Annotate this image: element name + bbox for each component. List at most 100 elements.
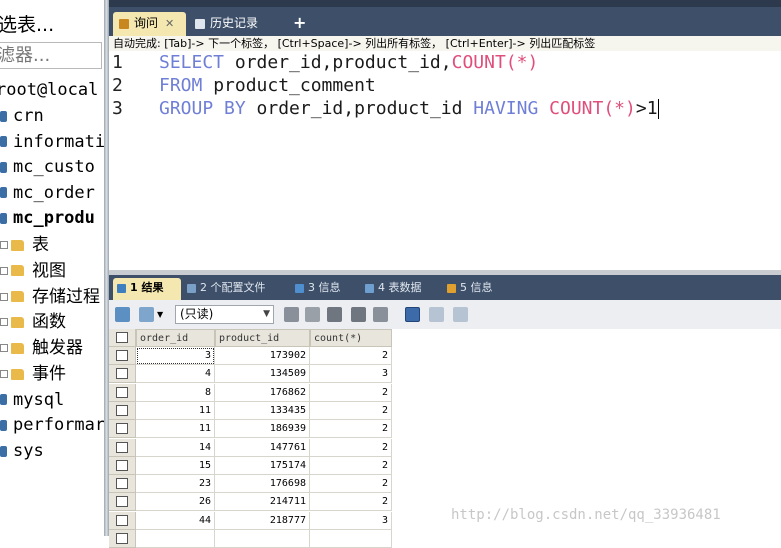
code-token: COUNT — [549, 98, 604, 119]
grid-cell[interactable]: 3 — [310, 511, 392, 530]
grid-cell[interactable]: 44 — [136, 511, 215, 530]
row-header — [109, 456, 136, 475]
tree-database[interactable]: mysql — [0, 388, 64, 412]
grid-cell[interactable]: 4 — [136, 365, 215, 384]
grid-cell[interactable]: 147761 — [215, 438, 310, 457]
grid-cell[interactable]: 2 — [310, 475, 392, 494]
tree-folder[interactable]: 事件 — [0, 362, 66, 386]
sql-editor[interactable]: 1 SELECT order_id,product_id,COUNT(*) 2 FRO… — [109, 51, 781, 270]
tree-database[interactable]: crn — [0, 104, 44, 128]
history-tab-icon — [195, 18, 205, 29]
grid-cell[interactable]: 214711 — [215, 493, 310, 512]
row-checkbox[interactable] — [116, 514, 128, 526]
grid-cell[interactable]: 23 — [136, 475, 215, 494]
grid-cell[interactable]: 8 — [136, 383, 215, 402]
grid-cell[interactable]: 2 — [310, 347, 392, 365]
grid-cell[interactable]: 11 — [136, 420, 215, 439]
grid-cell[interactable]: 2 — [310, 401, 392, 420]
grid-cell[interactable] — [136, 530, 215, 548]
text-view-icon[interactable] — [453, 307, 468, 322]
row-checkbox[interactable] — [116, 423, 128, 435]
save-icon[interactable] — [327, 307, 342, 322]
tree-folder-label: 函数 — [32, 312, 66, 333]
undo-icon[interactable] — [373, 307, 388, 322]
grid-cell[interactable]: 2 — [310, 493, 392, 512]
row-checkbox[interactable] — [116, 350, 128, 361]
grid-options-dropdown-icon[interactable]: ▼ — [157, 307, 165, 322]
row-checkbox[interactable] — [116, 459, 128, 471]
grid-cell[interactable]: 2 — [310, 438, 392, 457]
expand-icon[interactable] — [0, 266, 8, 275]
export-icon[interactable] — [115, 307, 130, 322]
grid-cell[interactable]: 11 — [136, 401, 215, 420]
tab-query-label: 询问 — [134, 16, 159, 30]
row-checkbox[interactable] — [116, 478, 128, 490]
delete-icon[interactable] — [351, 307, 366, 322]
grid-cell[interactable] — [310, 530, 392, 548]
tab-history[interactable]: 历史记录 — [189, 12, 285, 36]
grid-view-icon[interactable] — [405, 307, 420, 322]
grid-cell[interactable]: 2 — [310, 383, 392, 402]
connection-root[interactable]: root@local — [0, 80, 98, 100]
grid-cell[interactable]: 2 — [310, 456, 392, 475]
row-checkbox[interactable] — [116, 368, 128, 380]
tree-folder[interactable]: 存储过程 — [0, 285, 100, 309]
result-grid[interactable]: order_id product_id count(*) 3 173902 2 4 13450… — [109, 329, 781, 548]
tree-database[interactable]: performar — [0, 413, 105, 437]
tree-folder[interactable]: 视图 — [0, 259, 66, 283]
grid-cell[interactable]: 186939 — [215, 420, 310, 439]
grid-cell[interactable]: 173902 — [215, 347, 310, 365]
chevron-down-icon: ▼ — [263, 309, 270, 319]
result-tab[interactable]: 5 信息 — [443, 278, 503, 300]
tree-database[interactable]: mc_produ — [0, 206, 95, 230]
tree-folder[interactable]: 表 — [0, 233, 49, 257]
result-tab[interactable]: 1 结果 — [113, 278, 181, 300]
expand-icon[interactable] — [0, 344, 8, 353]
tree-database[interactable]: mc_order — [0, 181, 95, 205]
tree-folder[interactable]: 函数 — [0, 310, 66, 334]
grid-cell[interactable]: 26 — [136, 493, 215, 512]
new-tab-button[interactable]: + — [287, 12, 309, 36]
row-checkbox[interactable] — [116, 533, 128, 544]
row-checkbox[interactable] — [116, 441, 128, 453]
filter-icon[interactable] — [305, 307, 320, 322]
grid-cell[interactable]: 176862 — [215, 383, 310, 402]
tree-database[interactable]: informati — [0, 130, 105, 154]
grid-cell[interactable]: 2 — [310, 420, 392, 439]
result-tab[interactable]: 2 个配置文件 — [183, 278, 283, 300]
row-checkbox[interactable] — [116, 496, 128, 508]
grid-cell[interactable]: 133435 — [215, 401, 310, 420]
row-checkbox[interactable] — [116, 404, 128, 416]
grid-cell[interactable]: 134509 — [215, 365, 310, 384]
expand-icon[interactable] — [0, 292, 8, 301]
tree-folder[interactable]: 触发器 — [0, 336, 83, 360]
close-tab-icon[interactable]: ✕ — [165, 17, 174, 30]
grid-cell[interactable]: 14 — [136, 438, 215, 457]
grid-cell[interactable]: 3 — [136, 347, 215, 365]
row-checkbox[interactable] — [116, 386, 128, 398]
expand-icon[interactable] — [0, 241, 8, 249]
column-header[interactable]: order_id — [136, 329, 215, 347]
form-view-icon[interactable] — [429, 307, 444, 322]
grid-options-icon[interactable] — [139, 307, 154, 322]
column-header[interactable]: product_id — [215, 329, 310, 347]
column-header[interactable]: count(*) — [310, 329, 392, 347]
filter-input[interactable]: 滤器... — [0, 42, 102, 69]
tree-database[interactable]: mc_custo — [0, 155, 95, 179]
refresh-icon[interactable] — [284, 307, 299, 322]
tree-database-label: crn — [13, 106, 44, 126]
grid-cell[interactable] — [215, 530, 310, 548]
result-mode-select[interactable]: (只读) ▼ — [175, 305, 274, 324]
tab-query[interactable]: 询问 ✕ — [113, 12, 186, 36]
grid-cell[interactable]: 15 — [136, 456, 215, 475]
tree-database[interactable]: sys — [0, 439, 44, 463]
expand-icon[interactable] — [0, 318, 8, 327]
result-tab[interactable]: 3 信息 — [291, 278, 353, 300]
result-tab[interactable]: 4 表数据 — [361, 278, 437, 300]
expand-icon[interactable] — [0, 370, 8, 378]
select-all-checkbox[interactable] — [116, 332, 128, 343]
grid-cell[interactable]: 175174 — [215, 456, 310, 475]
grid-cell[interactable]: 218777 — [215, 511, 310, 530]
grid-cell[interactable]: 176698 — [215, 475, 310, 494]
grid-cell[interactable]: 3 — [310, 365, 392, 384]
